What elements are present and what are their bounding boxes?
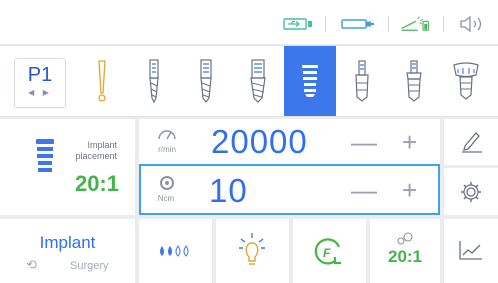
tool-tap-1[interactable]	[336, 46, 388, 116]
edit-button[interactable]	[444, 119, 498, 165]
speedometer-icon	[158, 130, 176, 140]
mode-label-line2: placement	[75, 151, 117, 161]
handpiece-battery-icon	[341, 19, 374, 29]
tool-bur-probe[interactable]	[76, 46, 128, 116]
tool-drill-1[interactable]	[128, 46, 180, 116]
volume-icon[interactable]	[459, 16, 485, 32]
torque-unit: Ncm	[157, 194, 175, 203]
abutment-icon	[453, 62, 479, 100]
tool-row: P1 ◀ ▶	[0, 45, 498, 117]
torque-value: 10	[209, 172, 248, 209]
drill-3-icon	[250, 59, 266, 103]
drill-2-icon	[200, 59, 212, 103]
program-label: P1	[27, 64, 53, 86]
mode-ratio: 20:1	[74, 171, 119, 196]
bottom-title: Implant	[39, 233, 96, 252]
implant-icon	[302, 65, 318, 97]
tool-drill-2[interactable]	[180, 46, 232, 116]
line-chart-icon	[459, 241, 482, 260]
torque-row: Ncm 10 — +	[139, 164, 440, 215]
torque-minus-button[interactable]: —	[351, 177, 377, 203]
screen: P1 ◀ ▶ Implant placement 20:1 r/min 2000…	[0, 0, 498, 283]
ratio-button[interactable]: 20:1	[370, 219, 440, 283]
tap-2-icon	[406, 60, 422, 102]
mode-label-line1: Implant	[87, 140, 117, 150]
light-bulb-icon	[239, 233, 265, 265]
drill-1-icon	[149, 59, 159, 104]
bur-probe-icon	[98, 60, 106, 102]
gear-ratio-icon	[397, 232, 413, 245]
speed-row: r/min 20000 — +	[139, 119, 440, 165]
usb-icon	[283, 18, 312, 30]
tool-drill-3[interactable]	[232, 46, 284, 116]
direction-button[interactable]: F	[293, 219, 366, 283]
pencil-icon	[462, 132, 482, 153]
program-selector[interactable]: P1 ◀ ▶	[14, 58, 66, 108]
tool-abutment[interactable]	[440, 46, 492, 116]
settings-button[interactable]	[444, 168, 498, 215]
chart-button[interactable]	[444, 219, 498, 283]
torque-icon	[160, 176, 174, 190]
speed-plus-button[interactable]: +	[402, 129, 417, 155]
tap-1-icon	[355, 60, 369, 102]
ratio-button-label: 20:1	[387, 247, 423, 266]
bottom-subtitle: Surgery	[70, 260, 109, 272]
light-button[interactable]	[216, 219, 289, 283]
status-separator	[325, 16, 326, 32]
irrigation-level-button[interactable]	[139, 219, 212, 283]
tool-tap-2[interactable]	[388, 46, 440, 116]
status-bar	[0, 0, 498, 44]
speed-unit: r/min	[158, 145, 176, 154]
forward-rotation-icon: F	[314, 238, 341, 265]
irrigation-icon	[401, 16, 429, 31]
implant-mode-icon	[36, 139, 54, 172]
tool-implant[interactable]	[284, 46, 336, 116]
irrigation-drops-icon	[160, 245, 189, 257]
surgery-mode-button[interactable]: Implant ⟲ Surgery	[0, 219, 135, 283]
program-arrows[interactable]: ◀ ▶	[15, 88, 65, 97]
status-separator	[388, 16, 389, 32]
speed-value: 20000	[211, 123, 308, 160]
torque-plus-button[interactable]: +	[402, 177, 417, 203]
speed-minus-button[interactable]: —	[351, 129, 377, 155]
status-separator	[443, 16, 444, 32]
gear-icon	[461, 182, 481, 202]
svg-text:F: F	[323, 246, 331, 260]
mode-panel[interactable]: Implant placement 20:1	[0, 119, 135, 215]
swap-icon: ⟲	[26, 258, 37, 273]
